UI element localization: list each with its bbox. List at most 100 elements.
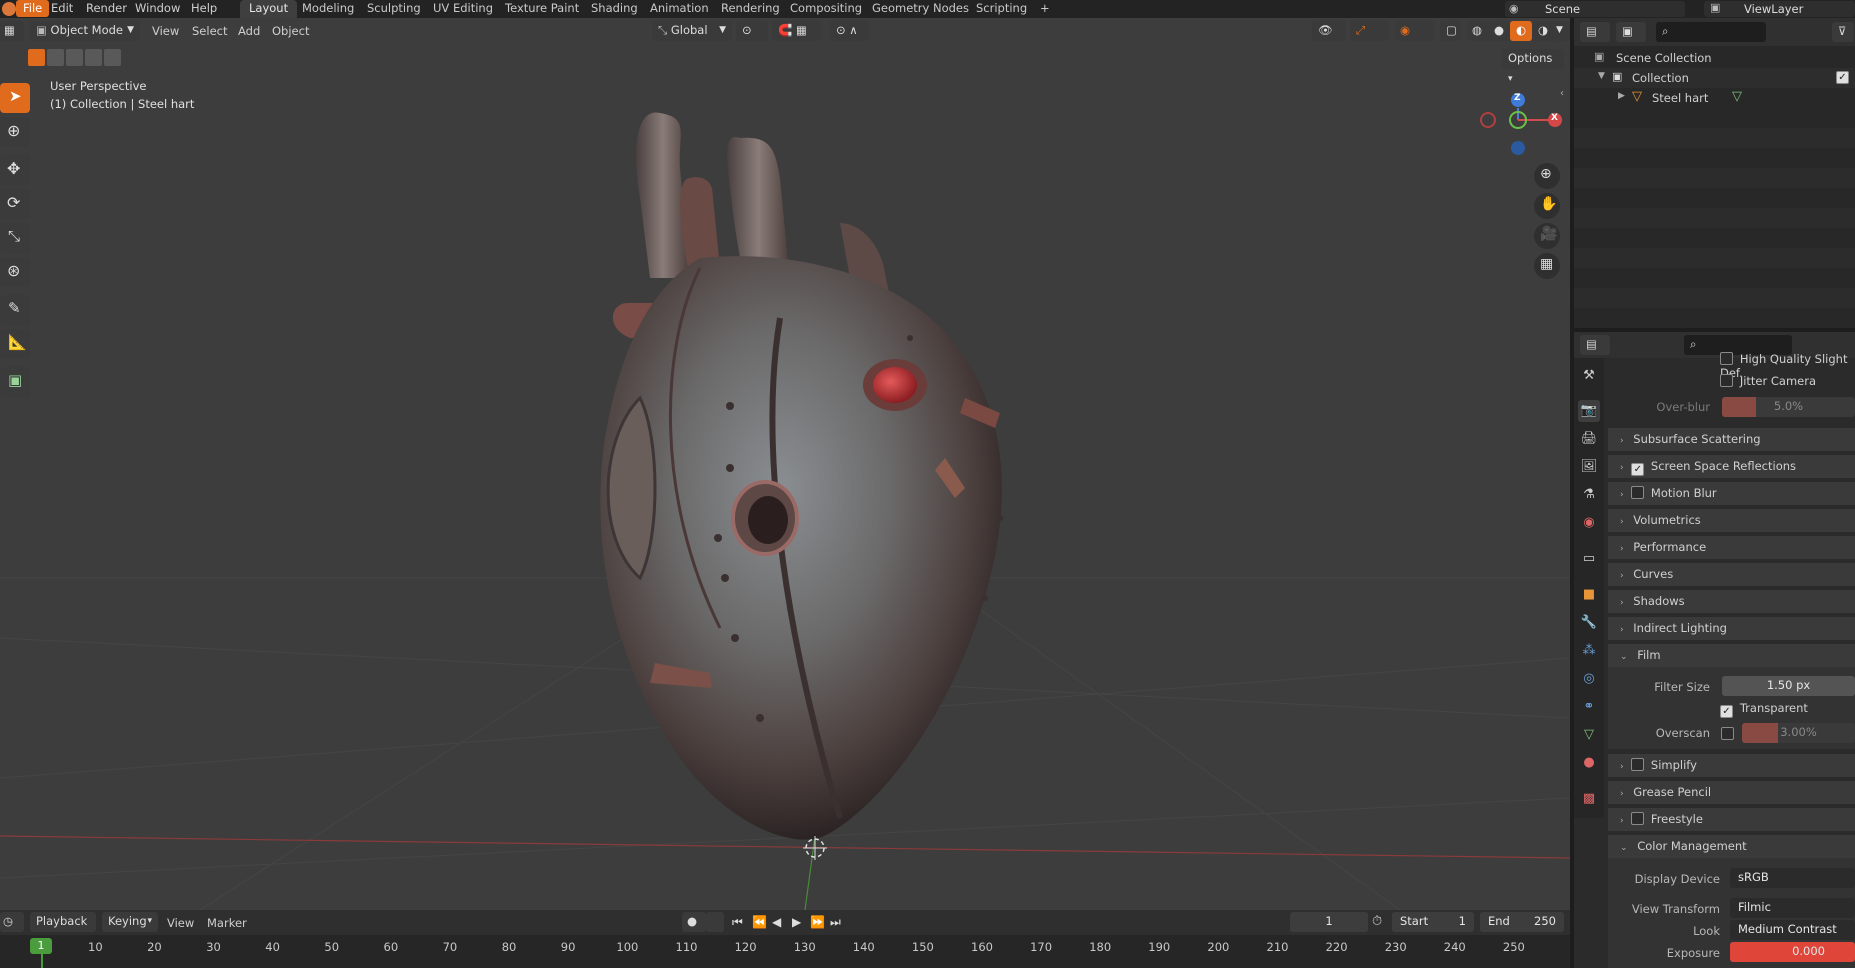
select-extend-button[interactable] [47, 49, 64, 66]
end-frame-field[interactable]: End 250 [1480, 912, 1564, 932]
outliner-row[interactable]: ▣ Scene Collection [1574, 48, 1855, 68]
particles-tab-icon[interactable]: ⁂ [1578, 640, 1600, 662]
current-frame-field[interactable]: 1 [1290, 912, 1368, 932]
constraints-tab-icon[interactable]: ⚭ [1578, 696, 1600, 718]
shading-material-button[interactable]: ◐ [1510, 21, 1532, 41]
outliner-editor-selector[interactable]: ▤ [1580, 22, 1610, 42]
shading-rendered-button[interactable]: ◑ [1532, 21, 1554, 41]
steel-heart-model[interactable] [600, 112, 1003, 840]
pivot-point-selector[interactable]: ⊙ [736, 21, 768, 41]
section-motion-blur[interactable]: › Motion Blur [1608, 481, 1855, 505]
rotate-tool[interactable]: ⟳ [0, 189, 30, 219]
measure-tool[interactable]: 📐 [0, 329, 30, 359]
stopwatch-icon[interactable]: ⏱ [1372, 914, 1382, 929]
shading-solid-button[interactable]: ● [1488, 21, 1510, 41]
section-freestyle[interactable]: › Freestyle [1608, 807, 1855, 831]
timeline-editor-selector[interactable]: ◷ [0, 912, 24, 932]
section-indirect-lighting[interactable]: › Indirect Lighting [1608, 616, 1855, 640]
overscan-slider[interactable]: 3.00% [1742, 723, 1855, 743]
section-performance[interactable]: › Performance [1608, 535, 1855, 559]
freestyle-checkbox[interactable] [1631, 812, 1645, 825]
view-transform-dropdown[interactable]: Filmic [1730, 898, 1855, 918]
section-film[interactable]: ⌄ Film [1608, 643, 1855, 667]
data-tab-icon[interactable]: ▽ [1578, 724, 1600, 746]
outliner-row[interactable]: ▶ ▽ Steel hart ▽ [1574, 88, 1855, 108]
tab-uv-editing[interactable]: UV Editing [424, 0, 502, 18]
overscan-checkbox[interactable] [1721, 727, 1734, 740]
jump-start-icon[interactable]: ⏮ [732, 915, 743, 930]
xray-toggle[interactable]: ▢ [1440, 21, 1462, 41]
filter-size-field[interactable]: 1.50 px [1722, 676, 1855, 696]
exposure-slider[interactable]: 0.000 [1730, 942, 1855, 962]
add-workspace-button[interactable]: + [1031, 0, 1059, 18]
look-dropdown[interactable]: Medium Contrast [1730, 920, 1855, 940]
scene-tab-icon[interactable]: ⚗ [1578, 484, 1600, 506]
object-tab-icon[interactable]: ■ [1578, 584, 1600, 606]
keying-set-button[interactable] [706, 912, 724, 932]
section-curves[interactable]: › Curves [1608, 562, 1855, 586]
collection-exclude-checkbox[interactable]: ✓ [1836, 71, 1849, 84]
section-volumetrics[interactable]: › Volumetrics [1608, 508, 1855, 532]
expand-arrow-icon[interactable]: ▼ [1598, 71, 1605, 81]
gizmo-toggle[interactable]: ⤢ [1350, 21, 1390, 41]
output-tab-icon[interactable]: 🖨 [1578, 428, 1600, 450]
display-device-dropdown[interactable]: sRGB [1730, 868, 1855, 888]
tab-sculpting[interactable]: Sculpting [358, 0, 430, 18]
simplify-checkbox[interactable] [1631, 758, 1645, 771]
menu-select[interactable]: Select [192, 24, 227, 38]
tab-rendering[interactable]: Rendering [712, 0, 789, 18]
overblur-slider[interactable]: 5.0% [1722, 397, 1855, 417]
menu-edit[interactable]: Edit [44, 0, 80, 17]
view-layer-tab-icon[interactable]: 🖼 [1578, 456, 1600, 478]
scene-selector[interactable]: ◉ Scene [1505, 1, 1685, 17]
cursor-tool[interactable]: ⊕ [0, 117, 30, 147]
timeline-view-menu[interactable]: View [167, 916, 194, 930]
section-shadows[interactable]: › Shadows [1608, 589, 1855, 613]
world-tab-icon[interactable]: ◉ [1578, 512, 1600, 534]
pan-button[interactable]: ✋ [1534, 193, 1560, 219]
motion-blur-checkbox[interactable] [1631, 486, 1645, 499]
high-quality-checkbox[interactable] [1720, 352, 1733, 365]
auto-keying-toggle[interactable]: ● [682, 912, 706, 932]
outliner-filter-button[interactable]: ⊽ [1832, 22, 1854, 42]
playback-menu[interactable]: Playback ▾ [30, 912, 96, 945]
texture-tab-icon[interactable]: ▩ [1578, 788, 1600, 810]
sidebar-toggle-arrow[interactable]: ‹ [1560, 88, 1564, 99]
tab-compositing[interactable]: Compositing [781, 0, 871, 18]
3d-viewport[interactable]: ▦ ▣ Object Mode ▼ View Select Add Object… [0, 18, 1570, 910]
select-invert-button[interactable] [85, 49, 102, 66]
jump-end-icon[interactable]: ⏭ [830, 915, 841, 930]
playhead[interactable]: 1 [30, 938, 52, 954]
material-tab-icon[interactable]: ● [1578, 752, 1600, 774]
blender-logo-icon[interactable] [2, 2, 16, 16]
outliner-search[interactable]: ⌕ [1656, 22, 1766, 42]
visibility-selector[interactable]: 👁 [1312, 21, 1346, 41]
jump-keyframe-back-icon[interactable]: ⏪ [752, 915, 767, 929]
tab-texture-paint[interactable]: Texture Paint [496, 0, 588, 18]
transform-orientation-selector[interactable]: ⤡ Global ▼ [652, 21, 732, 41]
menu-object[interactable]: Object [272, 24, 309, 38]
options-button[interactable]: Options ▾ [1502, 49, 1564, 84]
tab-animation[interactable]: Animation [641, 0, 718, 18]
add-cube-tool[interactable]: ▣ [0, 367, 30, 397]
collection-tab-icon[interactable]: ▭ [1578, 548, 1600, 570]
select-box-tool[interactable]: ➤ [0, 83, 30, 113]
tool-tab-icon[interactable]: ⚒ [1578, 365, 1600, 387]
proportional-editing-toggle[interactable]: ⊙ ∧ [830, 21, 870, 41]
tab-modeling[interactable]: Modeling [293, 0, 363, 18]
modifier-wrench-icon[interactable]: 🔧 [1578, 612, 1600, 634]
transparent-checkbox[interactable]: ✓ [1720, 705, 1733, 718]
menu-add[interactable]: Add [238, 24, 260, 38]
select-subtract-button[interactable] [66, 49, 83, 66]
shading-options-button[interactable]: ▼ [1554, 21, 1570, 41]
start-frame-field[interactable]: Start 1 [1392, 912, 1474, 932]
outliner-row[interactable]: ▼ ▣ Collection ✓ [1574, 68, 1855, 88]
shading-wireframe-button[interactable]: ◍ [1466, 21, 1488, 41]
play-reverse-icon[interactable]: ◀ [772, 915, 781, 929]
properties-editor-selector[interactable]: ▤ [1580, 335, 1610, 355]
move-tool[interactable]: ✥ [0, 155, 30, 185]
select-intersect-button[interactable] [104, 49, 121, 66]
menu-window[interactable]: Window [128, 0, 187, 17]
snap-toggle[interactable]: 🧲 ▦ [772, 21, 822, 41]
annotate-tool[interactable]: ✎ [0, 295, 30, 325]
